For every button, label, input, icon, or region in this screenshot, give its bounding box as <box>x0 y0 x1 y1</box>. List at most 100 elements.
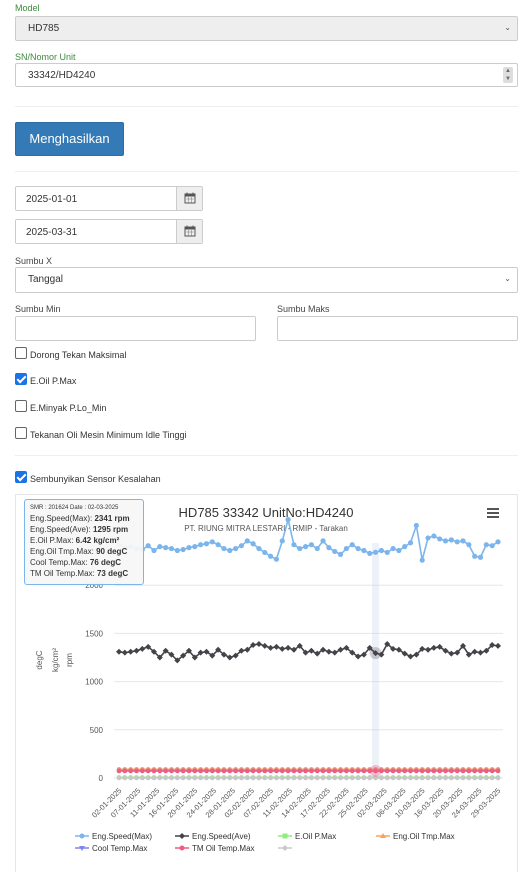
data-point <box>227 775 233 781</box>
data-point <box>308 542 315 548</box>
axis-max-label: Sumbu Maks <box>277 304 330 314</box>
data-point <box>261 642 268 649</box>
sn-select[interactable]: 33342/HD4240 ▲ ▼ <box>15 63 518 87</box>
checkbox-tekanan-oli[interactable] <box>15 427 27 439</box>
axis-min-input[interactable] <box>15 316 256 341</box>
data-point <box>285 768 291 774</box>
checkbox-label: E.Minyak P.Lo_Min <box>30 403 107 413</box>
data-point <box>449 775 454 781</box>
data-point <box>326 545 332 551</box>
legend-marker <box>179 833 185 839</box>
data-point <box>239 768 244 774</box>
data-point <box>303 768 308 774</box>
data-point <box>297 768 303 774</box>
chart-title: HD785 33342 UnitNo:HD4240 <box>179 505 354 520</box>
axis-max-input[interactable] <box>277 316 518 341</box>
data-point <box>203 541 210 547</box>
data-point <box>344 775 349 781</box>
data-point <box>332 775 338 781</box>
data-point <box>279 645 286 652</box>
x-axis-label: Sumbu X <box>15 256 53 266</box>
data-point <box>408 775 413 781</box>
data-point <box>209 539 215 545</box>
data-point <box>361 768 367 774</box>
data-point <box>169 775 174 781</box>
chevron-down-icon: ⌄ <box>504 23 511 32</box>
data-point <box>454 539 460 545</box>
data-point <box>139 645 146 652</box>
checkbox-e-oil-p-max[interactable] <box>15 373 27 385</box>
spinner-arrows-icon[interactable]: ▲ ▼ <box>503 67 513 83</box>
hover-halo <box>369 764 382 777</box>
data-point <box>140 768 145 774</box>
data-point <box>226 654 233 661</box>
generate-button[interactable]: Menghasilkan <box>15 122 124 156</box>
data-point <box>157 775 163 781</box>
data-point <box>268 768 273 774</box>
data-point <box>133 647 140 654</box>
data-point <box>379 775 384 781</box>
data-point <box>443 768 448 774</box>
data-point <box>169 768 174 774</box>
start-date-value: 2025-01-01 <box>26 194 78 205</box>
calendar-icon[interactable] <box>176 187 202 210</box>
data-point <box>279 775 285 781</box>
tooltip-row-value: 90 degC <box>96 547 128 556</box>
tooltip-row-value: 1295 rpm <box>93 525 129 534</box>
data-point <box>437 775 442 781</box>
start-date-input[interactable]: 2025-01-01 <box>15 186 203 211</box>
data-point <box>332 548 338 555</box>
tooltip-row-value: 76 degC <box>89 558 121 567</box>
data-point <box>256 545 262 552</box>
hamburger-menu-icon[interactable] <box>487 508 499 518</box>
calendar-icon[interactable] <box>176 220 202 243</box>
data-point <box>483 542 489 548</box>
data-point <box>127 648 134 655</box>
legend-label: Eng.Oil Tmp.Max <box>393 832 455 841</box>
data-point <box>425 535 431 541</box>
legend-label: Cool Temp.Max <box>92 844 147 853</box>
data-point <box>454 775 460 781</box>
data-point <box>402 775 408 781</box>
data-point <box>472 768 477 774</box>
data-point <box>215 775 221 781</box>
data-point <box>145 775 151 781</box>
model-select[interactable]: HD785 ⌄ <box>15 16 518 41</box>
data-point <box>437 768 442 774</box>
data-point <box>291 542 297 548</box>
data-point <box>407 540 414 546</box>
data-point <box>128 775 133 781</box>
data-point <box>402 544 408 550</box>
data-point <box>198 775 203 781</box>
data-point <box>262 775 268 781</box>
data-point <box>454 768 460 774</box>
end-date-input[interactable]: 2025-03-31 <box>15 219 203 244</box>
data-point <box>192 544 198 550</box>
data-point <box>478 768 483 774</box>
x-axis-select[interactable]: Tanggal ⌄ <box>15 267 518 293</box>
data-point <box>361 547 367 554</box>
data-point <box>471 648 478 655</box>
data-point <box>274 768 279 774</box>
data-point <box>414 775 419 781</box>
tooltip-row: E.Oil P.Max: 6.42 kg/cm² <box>30 535 138 546</box>
data-point <box>116 648 122 655</box>
data-point <box>291 768 297 774</box>
divider <box>15 171 518 172</box>
data-point <box>244 768 250 774</box>
checkbox-sembunyikan-sensor[interactable] <box>15 471 27 483</box>
data-point <box>337 551 344 557</box>
data-point <box>396 775 402 781</box>
tooltip-row-label: Eng.Oil Tmp.Max: <box>30 547 97 556</box>
checkbox-dorong-tekan[interactable] <box>15 347 27 359</box>
hover-halo <box>369 647 382 660</box>
data-point <box>390 545 396 552</box>
data-point <box>314 545 320 552</box>
checkbox-e-minyak[interactable] <box>15 400 27 412</box>
data-point <box>361 775 367 781</box>
data-point <box>250 768 256 774</box>
data-point <box>163 545 169 551</box>
data-point <box>314 775 320 781</box>
data-point <box>279 768 285 774</box>
data-point <box>256 775 262 781</box>
